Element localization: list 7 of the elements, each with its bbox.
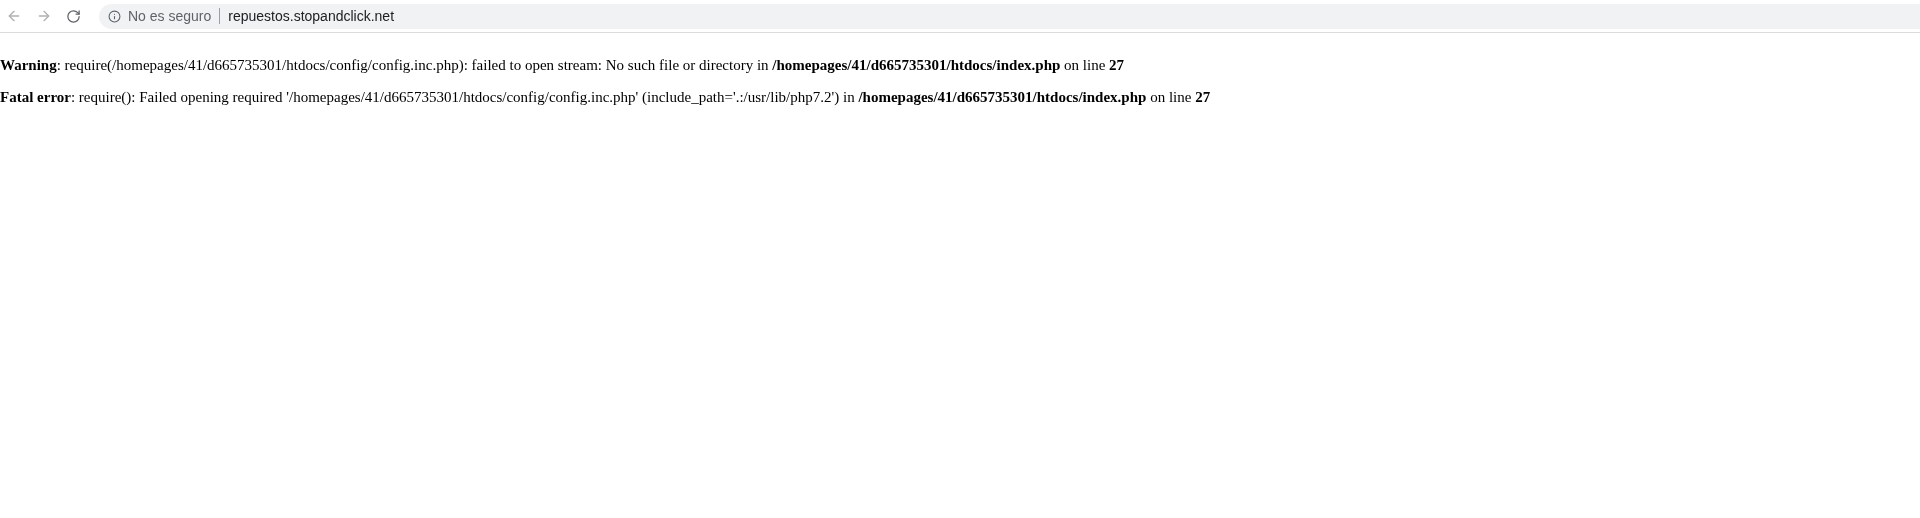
error-message: Fatal error: require(): Failed opening required '/homepages/41/d665735301/htdocs/config/config.inc.php' (include_path='.:/usr/lib/php7.2') in /homepages/41/d665735301/htdocs/index.php on line 27: [0, 88, 1212, 107]
reload-icon[interactable]: [66, 8, 81, 24]
security-label: No es seguro: [128, 6, 212, 26]
error-message: Warning: require(/homepages/41/d665735301/htdocs/config/config.inc.php): failed to open stream: No such file or directory in /homepages/41/d665735301/htdocs/index.php on line 27: [0, 56, 1126, 75]
info-icon[interactable]: [108, 9, 121, 23]
url-text[interactable]: repuestos.stopandclick.net: [228, 5, 395, 27]
address-bar[interactable]: No es seguro repuestos.stopandclick.net: [99, 3, 1920, 29]
